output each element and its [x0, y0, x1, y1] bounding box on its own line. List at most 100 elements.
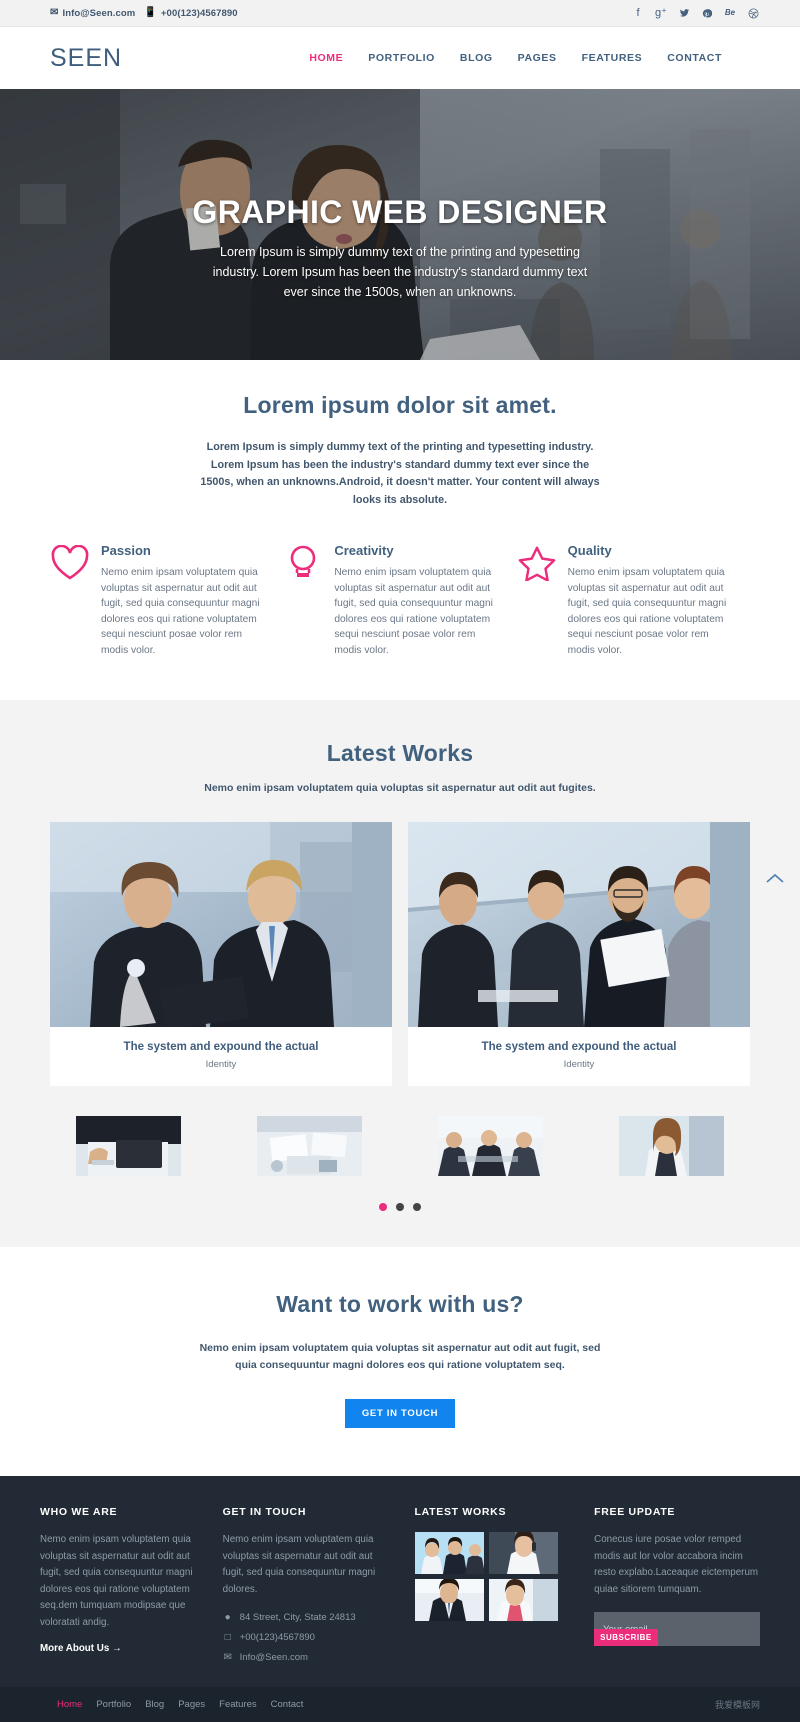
footer-nav-features[interactable]: Features: [219, 1699, 257, 1710]
page-root: ✉ Info@Seen.com 📱 +00(123)4567890 f g⁺ B…: [0, 0, 800, 1722]
work-card-category: Identity: [563, 1059, 595, 1070]
feature-item-creativity: Creativity Nemo enim ipsam voluptatem qu…: [283, 543, 516, 658]
feature-title: Passion: [101, 543, 151, 558]
work-card-body: The system and expound the actual Identi…: [408, 1027, 750, 1086]
footer-thumbnail[interactable]: [414, 1579, 484, 1621]
footer-contact-list: ● 84 Street, City, State 24813 □ +00(123…: [223, 1612, 389, 1663]
footer-email-label: Info@Seen.com: [239, 1652, 308, 1663]
footer-address-label: 84 Street, City, State 24813: [239, 1612, 356, 1623]
feature-text: Nemo enim ipsam voluptatem quia voluptas…: [567, 567, 727, 656]
footer-nav-portfolio[interactable]: Portfolio: [96, 1699, 131, 1710]
more-about-us-link[interactable]: More About Us →: [40, 1643, 122, 1654]
work-card[interactable]: The system and expound the actual Identi…: [408, 822, 750, 1086]
map-pin-icon: ●: [224, 1612, 231, 1623]
topbar-email[interactable]: ✉ Info@Seen.com: [50, 8, 135, 19]
footer-heading: LATEST WORKS: [414, 1506, 507, 1518]
google-plus-icon[interactable]: g⁺: [655, 7, 667, 19]
works-thumbnail-row: [0, 1116, 800, 1176]
footer-thumbnail[interactable]: [414, 1532, 484, 1574]
work-thumbnail[interactable]: [257, 1116, 362, 1176]
top-bar: ✉ Info@Seen.com 📱 +00(123)4567890 f g⁺ B…: [0, 0, 800, 27]
footer-address: ● 84 Street, City, State 24813: [223, 1612, 389, 1623]
footer-bottom-bar: Home Portfolio Blog Pages Features Conta…: [0, 1687, 800, 1722]
footer-text: Nemo enim ipsam voluptatem quia voluptas…: [222, 1534, 376, 1595]
feature-list: Passion Nemo enim ipsam voluptatem quia …: [50, 543, 750, 658]
footer-phone[interactable]: □ +00(123)4567890: [223, 1632, 389, 1643]
nav-item-features[interactable]: FEATURES: [582, 52, 643, 64]
site-header: SEEN HOME PORTFOLIO BLOG PAGES FEATURES …: [0, 27, 800, 89]
chevron-up-icon[interactable]: [764, 868, 786, 890]
facebook-icon[interactable]: f: [632, 7, 644, 19]
feature-item-quality: Quality Nemo enim ipsam voluptatem quia …: [517, 543, 750, 658]
footer-thumbnail-grid: [414, 1532, 558, 1621]
footer-thumbnail[interactable]: [488, 1532, 558, 1574]
star-icon: [517, 543, 557, 658]
topbar-phone-label: +00(123)4567890: [160, 7, 238, 19]
subscribe-button[interactable]: SUBSCRIBE: [594, 1629, 658, 1646]
nav-item-home[interactable]: HOME: [309, 52, 343, 64]
nav-item-contact[interactable]: CONTACT: [667, 52, 722, 64]
heart-icon: [50, 543, 90, 658]
latest-works-section: Latest Works Nemo enim ipsam voluptatem …: [0, 700, 800, 1247]
footer-thumbnail[interactable]: [488, 1579, 558, 1621]
footer-text: Conecus iure posae volor remped modis au…: [594, 1534, 759, 1595]
topbar-email-label: Info@Seen.com: [62, 7, 136, 19]
footer-nav-contact[interactable]: Contact: [271, 1699, 304, 1710]
lightbulb-icon: [283, 543, 323, 658]
feature-item-passion: Passion Nemo enim ipsam voluptatem quia …: [50, 543, 283, 658]
cta-text: Nemo enim ipsam voluptatem quia voluptas…: [199, 1342, 601, 1371]
nav-item-blog[interactable]: BLOG: [460, 52, 493, 64]
footer-text: Nemo enim ipsam voluptatem quia voluptas…: [40, 1534, 193, 1628]
nav-item-portfolio[interactable]: PORTFOLIO: [368, 52, 435, 64]
footer-column-who-we-are: WHO WE ARE Nemo enim ipsam voluptatem qu…: [40, 1506, 197, 1663]
pinterest-icon[interactable]: [701, 7, 713, 19]
hero-title: GRAPHIC WEB DESIGNER: [192, 194, 608, 230]
behance-icon[interactable]: Be: [724, 7, 736, 19]
feature-title: Quality: [567, 543, 612, 558]
envelope-icon: ✉: [50, 7, 59, 18]
footer-email[interactable]: ✉ Info@Seen.com: [223, 1652, 389, 1663]
hero-banner: GRAPHIC WEB DESIGNER Lorem Ipsum is simp…: [0, 89, 800, 360]
work-thumbnail[interactable]: [438, 1116, 543, 1176]
envelope-icon: ✉: [223, 1652, 232, 1663]
dribbble-icon[interactable]: [747, 7, 759, 19]
site-logo[interactable]: SEEN: [50, 44, 122, 73]
work-card-body: The system and expound the actual Identi…: [50, 1027, 392, 1086]
cta-title: Want to work with us?: [276, 1291, 524, 1317]
get-in-touch-button[interactable]: GET IN TOUCH: [344, 1399, 456, 1428]
work-thumbnail[interactable]: [76, 1116, 181, 1176]
carousel-dot-2[interactable]: [396, 1203, 404, 1211]
footer-heading: WHO WE ARE: [40, 1506, 118, 1518]
footer-column-get-in-touch: GET IN TOUCH Nemo enim ipsam voluptatem …: [223, 1506, 389, 1663]
feature-title: Creativity: [334, 543, 394, 558]
work-card[interactable]: The system and expound the actual Identi…: [50, 822, 392, 1086]
hero-content: GRAPHIC WEB DESIGNER Lorem Ipsum is simp…: [0, 194, 800, 302]
twitter-icon[interactable]: [678, 7, 690, 19]
work-card-title: The system and expound the actual: [481, 1041, 677, 1053]
works-title: Latest Works: [326, 740, 474, 766]
work-card-category: Identity: [205, 1059, 237, 1070]
footer-columns: WHO WE ARE Nemo enim ipsam voluptatem qu…: [40, 1506, 760, 1663]
topbar-phone[interactable]: 📱 +00(123)4567890: [144, 8, 237, 19]
footer-nav-home[interactable]: Home: [57, 1699, 82, 1710]
footer-nav-blog[interactable]: Blog: [145, 1699, 164, 1710]
carousel-dot-1[interactable]: [379, 1203, 387, 1211]
topbar-contact-group: ✉ Info@Seen.com 📱 +00(123)4567890: [50, 8, 238, 19]
nav-item-pages[interactable]: PAGES: [518, 52, 557, 64]
works-subtitle: Nemo enim ipsam voluptatem quia voluptas…: [204, 782, 596, 794]
footer-phone-label: +00(123)4567890: [239, 1632, 315, 1643]
site-footer: WHO WE ARE Nemo enim ipsam voluptatem qu…: [0, 1476, 800, 1687]
footer-nav-pages[interactable]: Pages: [178, 1699, 205, 1710]
intro-lead: Lorem Ipsum is simply dummy text of the …: [200, 441, 600, 506]
mobile-icon: □: [224, 1632, 231, 1643]
hero-subtitle: Lorem Ipsum is simply dummy text of the …: [212, 245, 588, 299]
carousel-dots: [0, 1203, 800, 1211]
work-card-image: [50, 822, 392, 1027]
footer-column-free-update: FREE UPDATE Conecus iure posae volor rem…: [594, 1506, 760, 1663]
footer-column-latest-works: LATEST WORKS: [414, 1506, 569, 1663]
feature-text: Nemo enim ipsam voluptatem quia voluptas…: [334, 567, 493, 656]
subscribe-form: SUBSCRIBE: [594, 1612, 760, 1646]
work-card-image: [408, 822, 750, 1027]
work-thumbnail[interactable]: [619, 1116, 724, 1176]
carousel-dot-3[interactable]: [413, 1203, 421, 1211]
